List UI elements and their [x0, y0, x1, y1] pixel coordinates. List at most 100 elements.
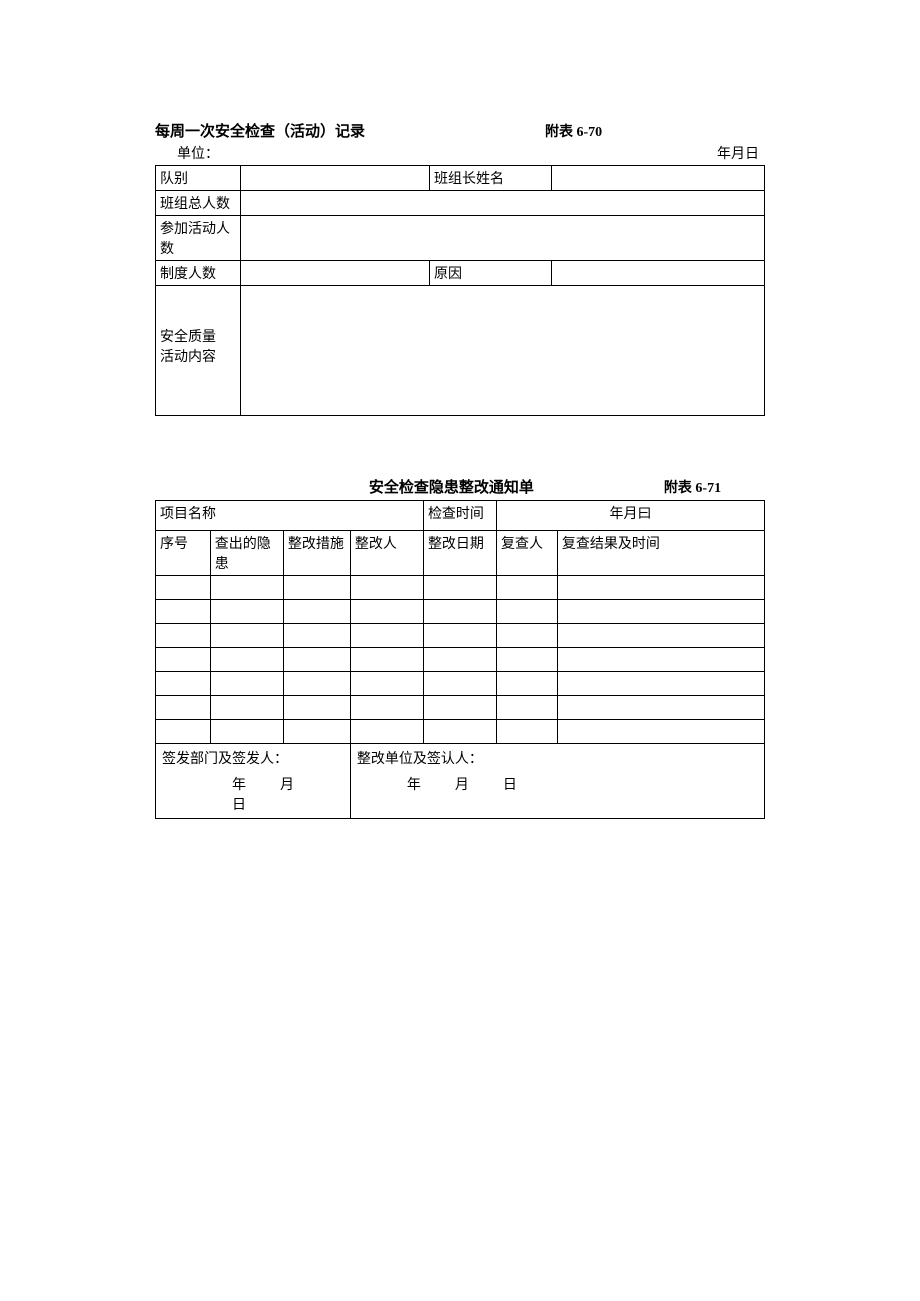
form2-footer-row: 签发部门及签发人： 年 月 日 整改单位及签认人： 年 月 日: [156, 744, 765, 819]
cell[interactable]: [423, 576, 496, 600]
form2-section: 安全检查隐患整改通知单 附表 6-71 项目名称 检查时间 年月曰 序号 查出的…: [155, 476, 765, 819]
form2-row-project: 项目名称 检查时间 年月曰: [156, 501, 765, 531]
total-value[interactable]: [241, 191, 765, 216]
table-row: [156, 648, 765, 672]
cell[interactable]: [497, 696, 558, 720]
cell[interactable]: [156, 576, 211, 600]
cell[interactable]: [557, 720, 764, 744]
col-reviewer: 复查人: [497, 531, 558, 576]
cell[interactable]: [283, 696, 350, 720]
cell[interactable]: [283, 624, 350, 648]
table-row: [156, 672, 765, 696]
form1-subheader: 单位： 年月日: [155, 143, 765, 165]
cell[interactable]: [497, 600, 558, 624]
content-label-line2: 活动内容: [160, 346, 236, 366]
cell[interactable]: [557, 600, 764, 624]
cell[interactable]: [497, 624, 558, 648]
cell[interactable]: [423, 600, 496, 624]
cell[interactable]: [210, 648, 283, 672]
table-row: [156, 576, 765, 600]
rule-label: 制度人数: [156, 261, 241, 286]
cell[interactable]: [497, 720, 558, 744]
cell[interactable]: [156, 672, 211, 696]
cell[interactable]: [350, 648, 423, 672]
cell[interactable]: [497, 672, 558, 696]
cell[interactable]: [283, 576, 350, 600]
total-label: 班组总人数: [156, 191, 241, 216]
cell[interactable]: [283, 648, 350, 672]
project-cell: 项目名称: [156, 501, 424, 531]
form1-row-rule: 制度人数 原因: [156, 261, 765, 286]
cell[interactable]: [423, 672, 496, 696]
cell[interactable]: [210, 720, 283, 744]
cell[interactable]: [557, 696, 764, 720]
cell[interactable]: [497, 648, 558, 672]
cell[interactable]: [557, 672, 764, 696]
cell[interactable]: [423, 624, 496, 648]
col-seq: 序号: [156, 531, 211, 576]
cell[interactable]: [156, 624, 211, 648]
content-value[interactable]: [241, 286, 765, 416]
form1-row-attend: 参加活动人数: [156, 216, 765, 261]
team-value[interactable]: [241, 166, 430, 191]
form2-column-headers: 序号 查出的隐患 整改措施 整改人 整改日期 复查人 复查结果及时间: [156, 531, 765, 576]
cell[interactable]: [210, 696, 283, 720]
attend-label: 参加活动人数: [156, 216, 241, 261]
form1-row-content: 安全质量 活动内容: [156, 286, 765, 416]
form2-table: 项目名称 检查时间 年月曰 序号 查出的隐患 整改措施 整改人 整改日期 复查人…: [155, 500, 765, 819]
form1-row-total: 班组总人数: [156, 191, 765, 216]
table-row: [156, 600, 765, 624]
cell[interactable]: [423, 696, 496, 720]
cell[interactable]: [210, 576, 283, 600]
cell[interactable]: [210, 624, 283, 648]
approver-cell: 整改单位及签认人： 年 月 日: [350, 744, 764, 819]
cell[interactable]: [283, 720, 350, 744]
cell[interactable]: [423, 720, 496, 744]
content-label: 安全质量 活动内容: [156, 286, 241, 416]
cell[interactable]: [557, 576, 764, 600]
table-row: [156, 696, 765, 720]
checktime-value[interactable]: 年月曰: [497, 501, 765, 531]
cell[interactable]: [350, 720, 423, 744]
leader-label: 班组长姓名: [430, 166, 552, 191]
cell[interactable]: [350, 576, 423, 600]
cell[interactable]: [210, 600, 283, 624]
cell[interactable]: [156, 648, 211, 672]
form2-title: 安全检查隐患整改通知单: [369, 476, 534, 497]
cell[interactable]: [350, 600, 423, 624]
cell[interactable]: [283, 600, 350, 624]
cell[interactable]: [350, 672, 423, 696]
cell[interactable]: [156, 720, 211, 744]
cell[interactable]: [423, 648, 496, 672]
cell[interactable]: [557, 648, 764, 672]
issuer-date[interactable]: 年 月 日: [162, 774, 344, 814]
attend-value[interactable]: [241, 216, 765, 261]
col-rectifier: 整改人: [350, 531, 423, 576]
checktime-label: 检查时间: [423, 501, 496, 531]
form1-row-team: 队别 班组长姓名: [156, 166, 765, 191]
cell[interactable]: [350, 624, 423, 648]
project-label: 项目名称: [160, 507, 216, 522]
col-result: 复查结果及时间: [557, 531, 764, 576]
col-hazard: 查出的隐患: [210, 531, 283, 576]
cell[interactable]: [557, 624, 764, 648]
form1-header: 每周一次安全检查（活动）记录 附表 6-70: [155, 120, 765, 141]
cell[interactable]: [283, 672, 350, 696]
col-rectdate: 整改日期: [423, 531, 496, 576]
reason-value[interactable]: [551, 261, 764, 286]
reason-label: 原因: [430, 261, 552, 286]
approver-label: 整改单位及签认人：: [357, 748, 758, 768]
cell[interactable]: [210, 672, 283, 696]
cell[interactable]: [350, 696, 423, 720]
cell[interactable]: [156, 600, 211, 624]
cell[interactable]: [497, 576, 558, 600]
rule-value[interactable]: [241, 261, 430, 286]
form1-title: 每周一次安全检查（活动）记录: [155, 120, 365, 141]
form2-appendix: 附表 6-71: [664, 477, 721, 497]
form1-section: 每周一次安全检查（活动）记录 附表 6-70 单位： 年月日 队别 班组长姓名 …: [155, 120, 765, 416]
form1-unit-label: 单位：: [177, 143, 219, 163]
team-label: 队别: [156, 166, 241, 191]
cell[interactable]: [156, 696, 211, 720]
leader-value[interactable]: [551, 166, 764, 191]
approver-date[interactable]: 年 月 日: [357, 774, 758, 794]
